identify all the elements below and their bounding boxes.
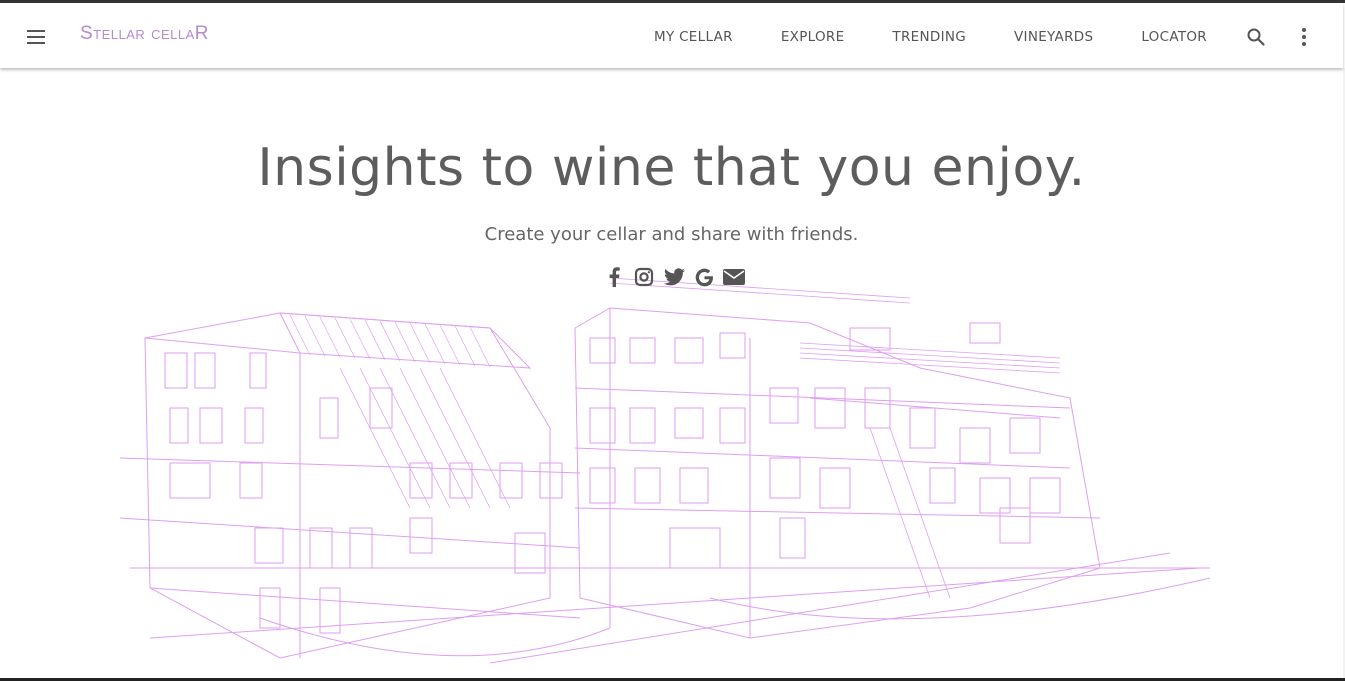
hero-title: Insights to wine that you enjoy. — [257, 138, 1086, 198]
nav-trending[interactable]: TRENDING — [868, 3, 990, 70]
twitter-icon[interactable] — [663, 266, 685, 288]
hero-section: Insights to wine that you enjoy. Create … — [0, 68, 1343, 678]
instagram-icon[interactable] — [633, 266, 655, 288]
top-app-bar: Stellar cellaR MY CELLAR EXPLORE TRENDIN… — [0, 3, 1343, 68]
hero-subtitle: Create your cellar and share with friend… — [484, 224, 859, 245]
hamburger-menu-icon[interactable] — [22, 23, 50, 51]
search-icon[interactable] — [1242, 23, 1270, 51]
social-links — [603, 266, 745, 288]
brand-logo[interactable]: Stellar cellaR — [80, 23, 209, 45]
page: Stellar cellaR MY CELLAR EXPLORE TRENDIN… — [0, 0, 1345, 681]
nav-vineyards[interactable]: VINEYARDS — [990, 3, 1117, 70]
facebook-icon[interactable] — [603, 266, 625, 288]
google-icon[interactable] — [693, 266, 715, 288]
nav-my-cellar[interactable]: MY CELLAR — [630, 3, 757, 70]
nav-locator[interactable]: LOCATOR — [1117, 3, 1231, 70]
email-icon[interactable] — [723, 266, 745, 288]
nav-explore[interactable]: EXPLORE — [757, 3, 869, 70]
building-sketch-illustration — [119, 277, 1211, 664]
more-vert-icon[interactable] — [1290, 23, 1318, 51]
main-nav: MY CELLAR EXPLORE TRENDING VINEYARDS LOC… — [630, 3, 1231, 68]
